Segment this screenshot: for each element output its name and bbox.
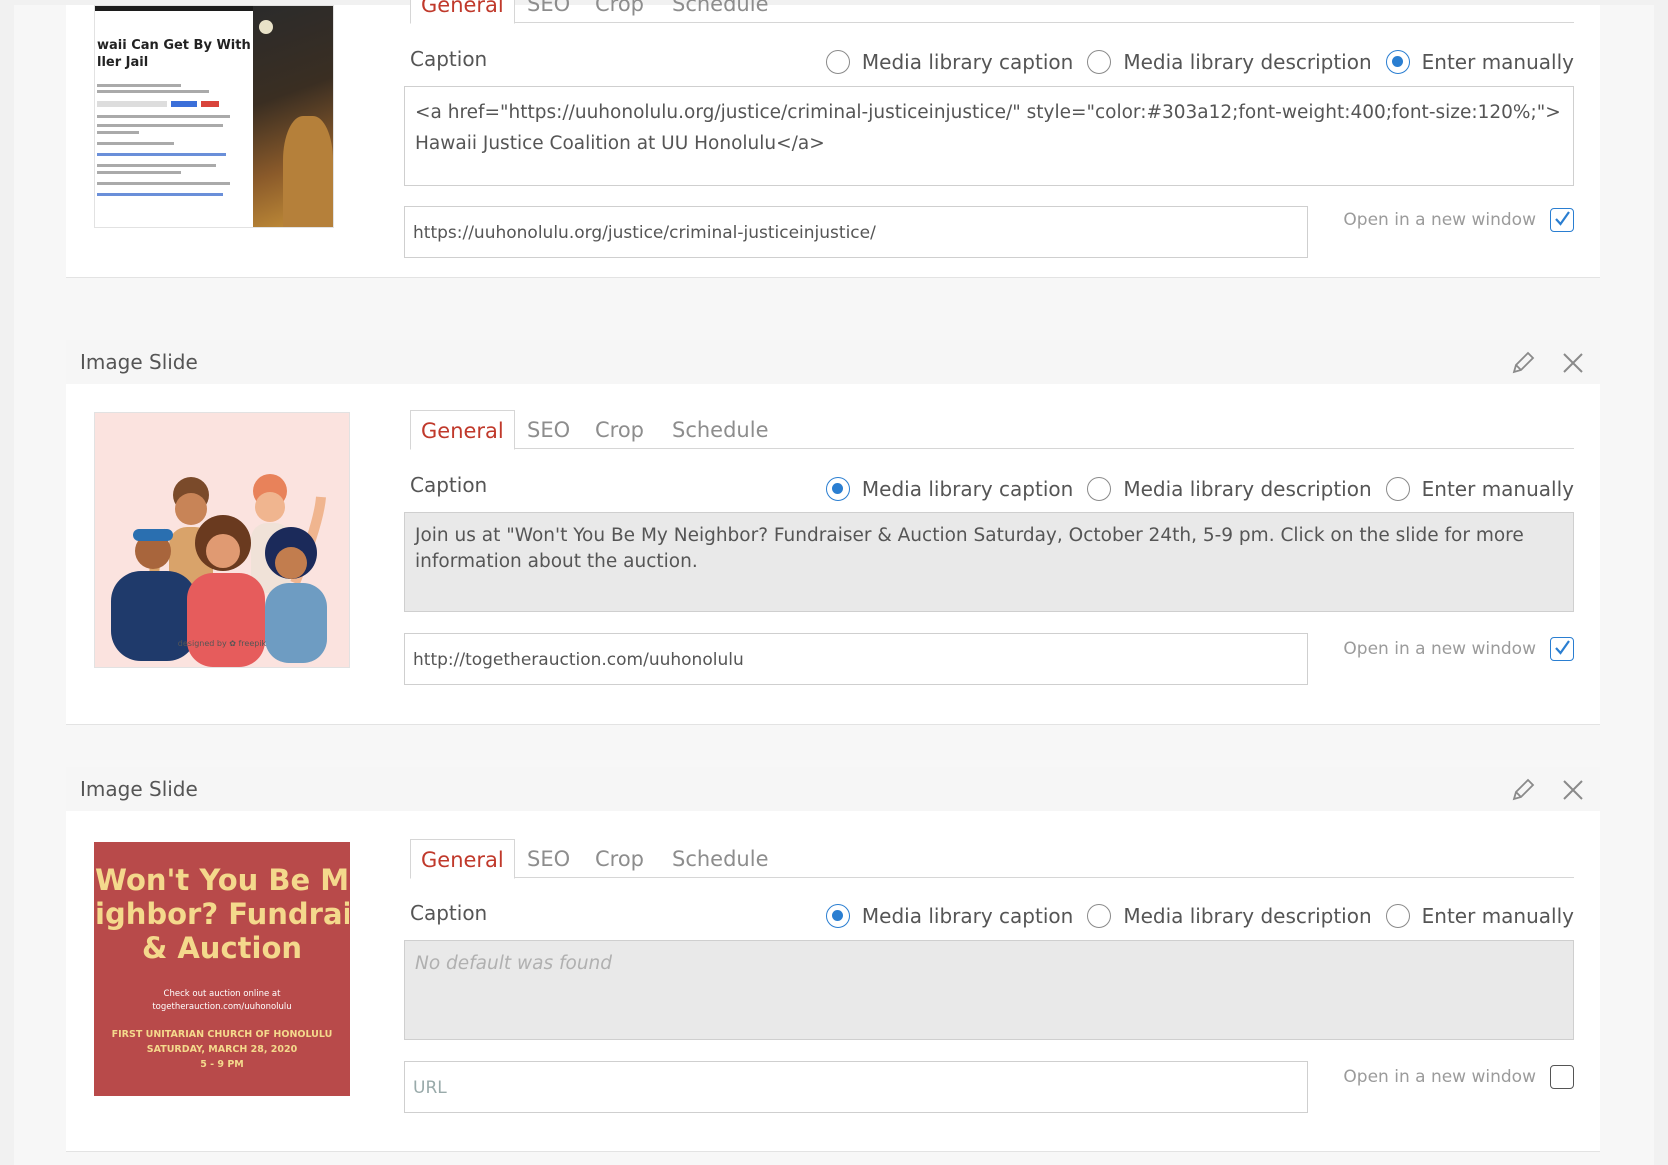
radio-media-caption[interactable]: Media library caption xyxy=(825,50,1074,74)
radio-button[interactable] xyxy=(1087,904,1112,928)
open-new-window-label: Open in a new window xyxy=(1343,210,1536,230)
radio-label: Media library description xyxy=(1123,477,1372,501)
tab-seo[interactable]: SEO xyxy=(527,0,570,22)
open-new-window-label: Open in a new window xyxy=(1343,1067,1536,1087)
thumb-3-subtitle: Check out auction online at togetherauct… xyxy=(95,988,349,1014)
caption-textarea[interactable]: No default was found xyxy=(404,940,1574,1040)
thumb-3-text-line: SATURDAY, MARCH 28, 2020 xyxy=(146,1044,298,1055)
thumb-1-photo xyxy=(253,6,333,227)
caption-label: Caption xyxy=(410,473,488,497)
slide-3-thumbnail: Won't You Be My ighbor? Fundrai & Auctio… xyxy=(94,842,350,1096)
checkmark-icon xyxy=(1555,211,1570,226)
tab-general[interactable]: General xyxy=(410,0,515,24)
radio-media-caption[interactable]: Media library caption xyxy=(825,904,1074,928)
radio-button-selected[interactable] xyxy=(825,477,850,501)
radio-button-selected[interactable] xyxy=(1385,50,1410,74)
open-new-window-option: Open in a new window xyxy=(1343,208,1574,232)
open-new-window-checkbox[interactable] xyxy=(1550,637,1574,661)
open-new-window-option: Open in a new window xyxy=(1343,1065,1574,1089)
slide-3-header: Image Slide xyxy=(66,767,1600,811)
slide-title: Image Slide xyxy=(80,350,198,374)
radio-button[interactable] xyxy=(825,50,850,74)
thumb-3-text-line: Check out auction online at xyxy=(163,989,281,999)
tab-schedule[interactable]: Schedule xyxy=(672,0,769,22)
thumb-3-text-line: togetherauction.com/uuhonolulu xyxy=(152,1002,292,1012)
radio-label: Enter manually xyxy=(1421,50,1574,74)
thumb-3-details: FIRST UNITARIAN CHURCH OF HONOLULU SATUR… xyxy=(95,1027,349,1072)
tab-general[interactable]: General xyxy=(410,410,515,450)
radio-media-description[interactable]: Media library description xyxy=(1087,50,1372,74)
radio-label: Media library caption xyxy=(861,477,1074,501)
people-illustration xyxy=(111,474,327,667)
thumb-3-text-line: 5 - 9 PM xyxy=(200,1059,244,1070)
caption-source-group: Media library caption Media library desc… xyxy=(812,473,1574,505)
radio-label: Media library caption xyxy=(861,904,1074,928)
radio-media-description[interactable]: Media library description xyxy=(1087,477,1372,501)
thumb-2-credit: designed by ✿ freepik xyxy=(177,639,267,648)
slide-title: Image Slide xyxy=(80,777,198,801)
close-icon[interactable] xyxy=(1558,348,1588,378)
radio-enter-manually[interactable]: Enter manually xyxy=(1385,477,1574,501)
radio-button[interactable] xyxy=(1087,477,1112,501)
radio-button[interactable] xyxy=(1385,477,1410,501)
thumb-3-title-line: ighbor? Fundrai xyxy=(95,897,349,931)
open-new-window-checkbox[interactable] xyxy=(1550,208,1574,232)
slide-1-thumbnail: waii Can Get By With ller Jail xyxy=(94,5,334,228)
caption-label: Caption xyxy=(410,47,488,71)
tab-crop[interactable]: Crop xyxy=(595,0,644,22)
radio-label: Enter manually xyxy=(1421,904,1574,928)
thumb-3-text-line: FIRST UNITARIAN CHURCH OF HONOLULU xyxy=(111,1029,333,1040)
open-new-window-label: Open in a new window xyxy=(1343,639,1536,659)
radio-button[interactable] xyxy=(1385,904,1410,928)
slide-2-header: Image Slide xyxy=(66,340,1600,384)
radio-media-caption[interactable]: Media library caption xyxy=(825,477,1074,501)
radio-button[interactable] xyxy=(1087,50,1112,74)
thumb-3-title-line: & Auction xyxy=(141,931,303,965)
slide-1-tabs: General SEO Crop Schedule xyxy=(410,0,1574,24)
radio-label: Media library description xyxy=(1123,50,1372,74)
slide-2-tabs: General SEO Crop Schedule xyxy=(410,410,1574,450)
pencil-icon[interactable] xyxy=(1508,775,1538,805)
thumb-1-article: waii Can Get By With ller Jail xyxy=(95,11,253,227)
caption-source-group: Media library caption Media library desc… xyxy=(812,900,1574,932)
tab-crop[interactable]: Crop xyxy=(595,410,644,448)
radio-enter-manually[interactable]: Enter manually xyxy=(1385,904,1574,928)
tab-schedule[interactable]: Schedule xyxy=(672,839,769,877)
tab-crop[interactable]: Crop xyxy=(595,839,644,877)
tab-general[interactable]: General xyxy=(410,839,515,879)
thumb-3-title: Won't You Be My ighbor? Fundrai & Auctio… xyxy=(95,863,349,965)
url-input[interactable]: http://togetherauction.com/uuhonolulu xyxy=(404,633,1308,685)
pencil-icon[interactable] xyxy=(1508,348,1538,378)
url-input[interactable]: URL xyxy=(404,1061,1308,1113)
caption-textarea[interactable]: Join us at "Won't You Be My Neighbor? Fu… xyxy=(404,512,1574,612)
thumb-1-text-lines xyxy=(97,81,237,200)
thumb-1-headline: waii Can Get By With ller Jail xyxy=(97,38,251,70)
radio-label: Media library caption xyxy=(861,50,1074,74)
tab-seo[interactable]: SEO xyxy=(527,839,570,877)
caption-textarea[interactable]: <a href="https://uuhonolulu.org/justice/… xyxy=(404,86,1574,186)
slide-3-tabs: General SEO Crop Schedule xyxy=(410,839,1574,879)
radio-button-selected[interactable] xyxy=(825,904,850,928)
radio-label: Enter manually xyxy=(1421,477,1574,501)
slide-2-thumbnail: designed by ✿ freepik xyxy=(94,412,350,668)
open-new-window-checkbox[interactable] xyxy=(1550,1065,1574,1089)
close-icon[interactable] xyxy=(1558,775,1588,805)
caption-label: Caption xyxy=(410,901,488,925)
thumb-3-title-line: Won't You Be My xyxy=(95,863,349,897)
radio-label: Media library description xyxy=(1123,904,1372,928)
tab-schedule[interactable]: Schedule xyxy=(672,410,769,448)
caption-source-group: Media library caption Media library desc… xyxy=(812,46,1574,78)
open-new-window-option: Open in a new window xyxy=(1343,637,1574,661)
url-input[interactable]: https://uuhonolulu.org/justice/criminal-… xyxy=(404,206,1308,258)
tab-seo[interactable]: SEO xyxy=(527,410,570,448)
radio-enter-manually[interactable]: Enter manually xyxy=(1385,50,1574,74)
checkmark-icon xyxy=(1555,640,1570,655)
radio-media-description[interactable]: Media library description xyxy=(1087,904,1372,928)
